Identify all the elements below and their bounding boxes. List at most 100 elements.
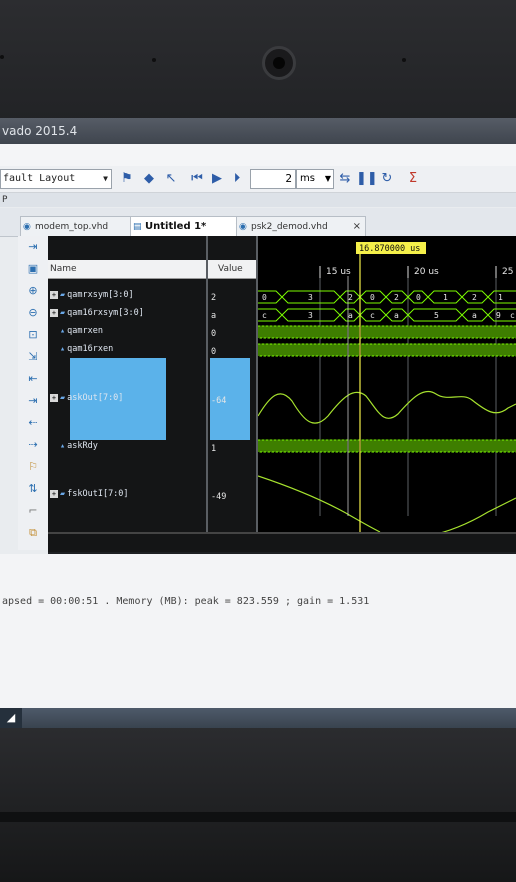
zoom-out-icon[interactable]: ⊖ <box>25 306 41 320</box>
signal-row[interactable]: + ▰ qamrxsym[3:0] <box>50 290 134 300</box>
names-column-header: Name <box>48 260 206 279</box>
bus-icon: ▰ <box>60 308 66 318</box>
svg-text:a: a <box>472 311 477 320</box>
relaunch-icon[interactable]: ↻ <box>378 170 396 188</box>
svg-text:3: 3 <box>308 293 313 302</box>
menu-bar <box>0 144 516 166</box>
signal-row[interactable]: + ▰ fskOutI[7:0] <box>50 489 129 499</box>
cursor-time-label: 16.870000 us <box>359 244 420 254</box>
bus-icon: ▰ <box>60 290 66 300</box>
expand-box-icon[interactable]: + <box>50 291 58 299</box>
os-taskbar: ◢ <box>0 708 516 728</box>
signal-value: 0 <box>211 347 217 357</box>
run-for-time-icon[interactable]: ⏵ <box>228 170 246 188</box>
step-icon[interactable]: ⇆ <box>336 170 354 188</box>
cursor-arrow-icon[interactable]: ↖ <box>162 170 180 188</box>
values-column-header: Value <box>208 260 256 279</box>
waveform-side-toolbar: ⇥ ▣ ⊕ ⊖ ⊡ ⇲ ⇤ ⇥ ⇠ ⇢ ⚐ ⇅ ⌐ ⧉ <box>18 236 49 550</box>
editor-tabs: ◉ modem_top.vhd × ▤ Untitled 1* × ◉ psk2… <box>0 208 516 237</box>
horizontal-scrollbar[interactable] <box>48 532 516 552</box>
signal-value: a <box>211 311 217 321</box>
tab-psk2-demod[interactable]: ◉ psk2_demod.vhd × <box>236 216 366 237</box>
vhdl-file-icon: ◉ <box>239 222 247 232</box>
svg-text:a: a <box>394 311 399 320</box>
goto-start-icon[interactable]: ⇤ <box>25 372 41 386</box>
svg-text:1: 1 <box>498 293 503 302</box>
goto-cursor-icon[interactable]: ⇲ <box>25 350 41 364</box>
save-icon[interactable]: ▣ <box>25 262 41 276</box>
swap-cursor-icon[interactable]: ⇅ <box>25 482 41 496</box>
restart-icon[interactable]: ⏮ <box>188 170 206 188</box>
svg-text:2: 2 <box>472 293 477 302</box>
svg-text:c: c <box>370 311 375 320</box>
window-titlebar: vado 2015.4 <box>0 118 516 144</box>
svg-text:c: c <box>262 311 267 320</box>
signal-row[interactable]: ▴ askRdy <box>60 441 98 451</box>
start-icon[interactable]: ◢ <box>0 708 22 728</box>
signal-value: -49 <box>211 492 227 502</box>
bus-waveform-qam16rxsym <box>258 308 516 322</box>
chevron-down-icon: ▼ <box>324 174 331 183</box>
wire-icon: ▴ <box>60 441 66 451</box>
chevron-down-icon: ▼ <box>103 174 108 183</box>
bus-waveform-qamrxsym <box>258 290 516 304</box>
run-time-input[interactable]: 2 <box>250 169 296 189</box>
zoom-fit-icon[interactable]: ⊡ <box>25 328 41 342</box>
time-tick-label: 15 us <box>326 267 351 277</box>
panel-strip: P <box>0 193 516 207</box>
svg-text:9: 9 <box>496 311 501 320</box>
wire-icon: ▴ <box>60 326 66 336</box>
close-icon[interactable]: × <box>353 217 361 237</box>
bezel-sensor <box>402 58 406 62</box>
enable-waveforms <box>258 325 516 453</box>
tab-untitled-1[interactable]: ▤ Untitled 1* × <box>130 216 248 237</box>
signal-value: 2 <box>211 293 217 303</box>
summation-icon[interactable]: Σ <box>404 170 422 188</box>
signal-value: 1 <box>211 444 217 454</box>
signal-row[interactable]: ▴ qamrxen <box>60 326 103 336</box>
expand-box-icon[interactable]: + <box>50 309 58 317</box>
signal-values-pane: Value 2 a 0 0 -64 1 -49 <box>208 236 258 550</box>
bezel-sensor <box>0 55 4 59</box>
waveform-viewer: Name + ▰ qamrxsym[3:0] + ▰ qam16rxsym[3:0] ▴… <box>48 236 516 554</box>
svg-text:2: 2 <box>348 293 353 302</box>
webcam <box>262 46 296 80</box>
screen: vado 2015.4 fault Layout ▼ ⚑ ◆ ↖ ⏮ ▶ ⏵ 2… <box>0 118 516 728</box>
run-all-icon[interactable]: ▶ <box>208 170 226 188</box>
prev-transition-icon[interactable]: ⇠ <box>25 416 41 430</box>
signal-row[interactable]: + ▰ qam16rxsym[3:0] <box>50 308 144 318</box>
signal-row[interactable]: + ▰ askOut[7:0] <box>50 393 123 403</box>
svg-text:0: 0 <box>370 293 375 302</box>
fold-icon[interactable]: ⌐ <box>25 504 41 518</box>
svg-text:c: c <box>510 311 515 320</box>
pause-icon[interactable]: ❚❚ <box>356 170 378 188</box>
expand-box-icon[interactable]: + <box>50 490 58 498</box>
zoom-in-icon[interactable]: ⊕ <box>25 284 41 298</box>
time-unit-select[interactable]: ms ▼ <box>296 169 334 189</box>
signal-value: -64 <box>211 396 227 406</box>
layout-select[interactable]: fault Layout ▼ <box>0 169 112 189</box>
waveform-plot[interactable]: 15 us 20 us 2 5 16.870000 us 0 3 2 0 2 0 … <box>258 236 516 550</box>
laptop-hinge <box>0 812 516 822</box>
add-marker-icon[interactable]: ⚐ <box>25 460 41 474</box>
bus-icon[interactable]: ⧉ <box>25 526 41 540</box>
expand-icon[interactable]: ⇥ <box>25 240 41 254</box>
digital-waveform <box>258 343 516 357</box>
time-tick-label: 20 us <box>414 267 439 277</box>
analog-waveform-askOut <box>258 390 516 424</box>
signal-row[interactable]: ▴ qam16rxen <box>60 344 113 354</box>
next-transition-icon[interactable]: ⇢ <box>25 438 41 452</box>
svg-text:2: 2 <box>394 293 399 302</box>
svg-text:0: 0 <box>416 293 421 302</box>
svg-text:5: 5 <box>434 311 439 320</box>
tab-modem-top[interactable]: ◉ modem_top.vhd × <box>20 216 144 237</box>
digital-waveform <box>258 325 516 339</box>
waveform-icon: ▤ <box>133 222 142 232</box>
laptop-bezel-bottom <box>0 728 516 882</box>
laptop-bezel-top <box>0 0 516 120</box>
marker-icon[interactable]: ⚑ <box>118 170 136 188</box>
svg-text:a: a <box>348 311 353 320</box>
goto-end-icon[interactable]: ⇥ <box>25 394 41 408</box>
diamond-icon[interactable]: ◆ <box>140 170 158 188</box>
expand-box-icon[interactable]: + <box>50 394 58 402</box>
